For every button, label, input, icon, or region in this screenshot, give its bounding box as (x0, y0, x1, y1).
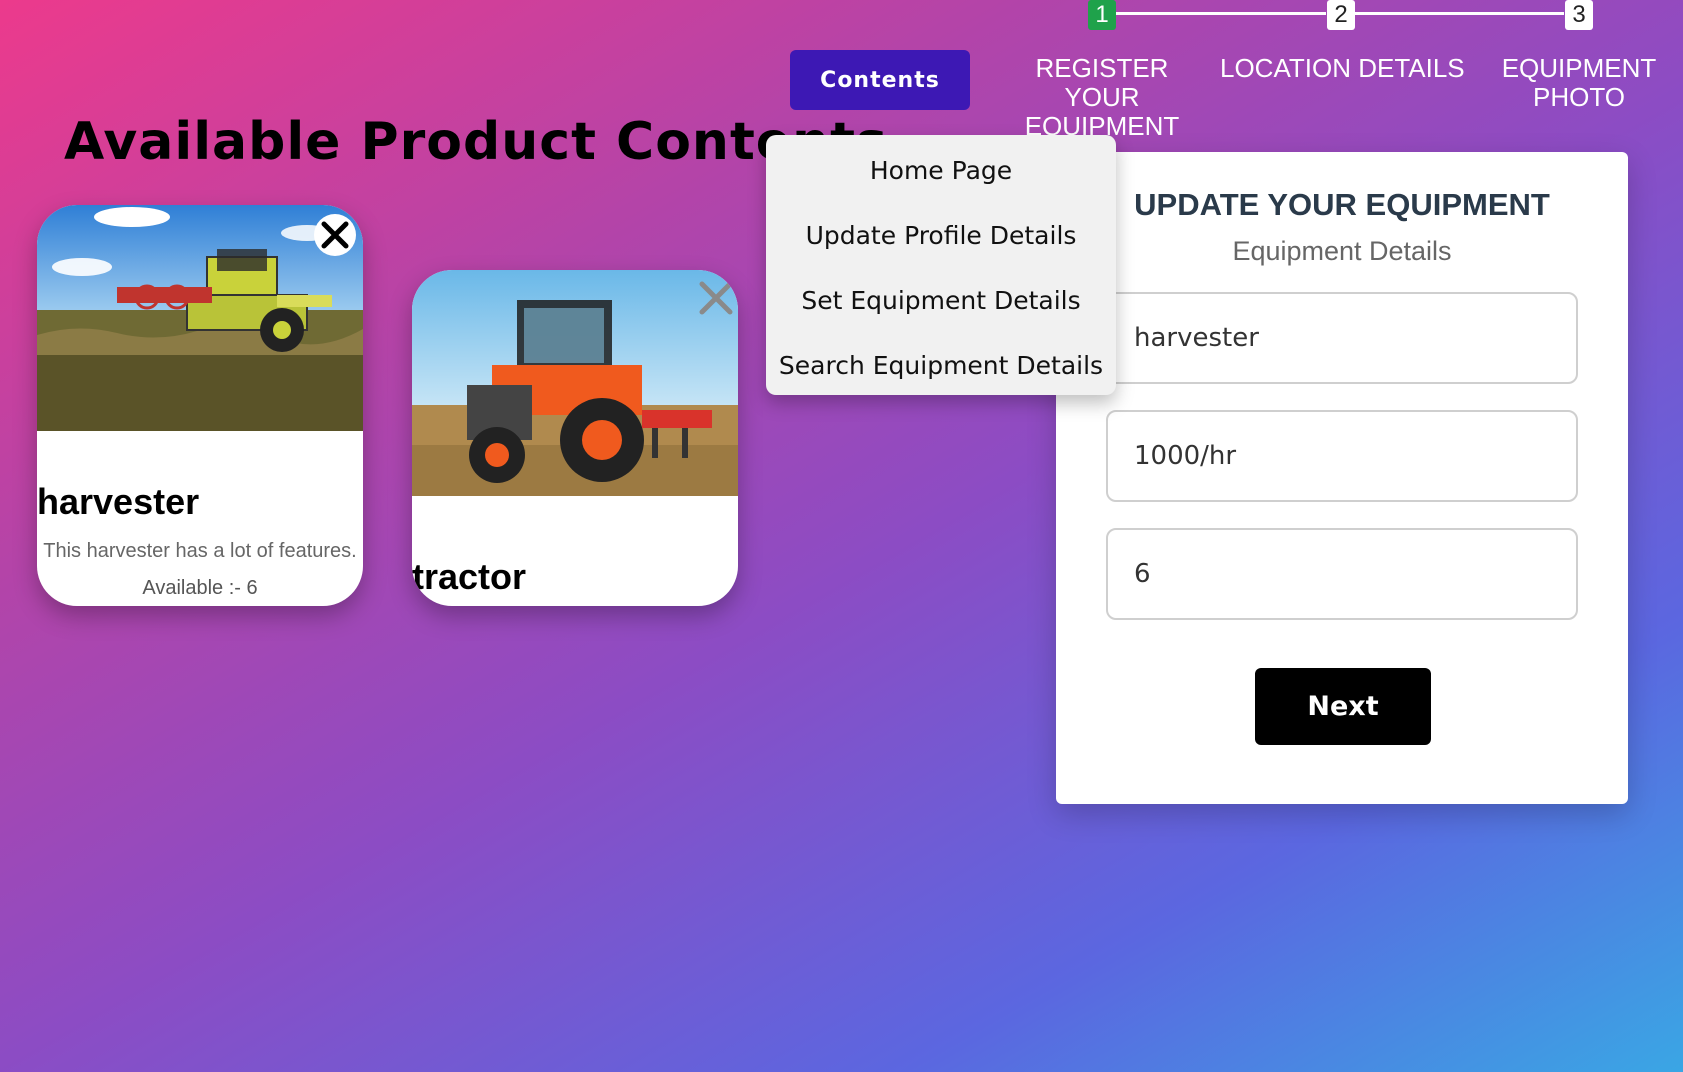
step-3-number[interactable]: 3 (1565, 0, 1593, 30)
menu-item-set-equipment-details[interactable]: Set Equipment Details (766, 283, 1116, 348)
remove-tractor-close-icon[interactable] (696, 278, 736, 318)
step-1-label: REGISTER YOUR EQUIPMENT (1024, 53, 1180, 141)
form-title: UPDATE YOUR EQUIPMENT (1134, 187, 1550, 222)
contents-button[interactable]: Contents (790, 50, 970, 110)
step-2-label: LOCATION DETAILS (1220, 53, 1465, 83)
equipment-name-field[interactable] (1106, 292, 1578, 384)
remove-harvester-close-icon[interactable] (313, 213, 357, 257)
product-availability: Available :- 6 (142, 577, 258, 599)
product-name: tractor (412, 556, 527, 597)
stepper-line (1354, 12, 1564, 15)
product-name: harvester (37, 481, 200, 522)
tractor-image (412, 270, 738, 496)
page-title: Available Product Contents (64, 112, 888, 172)
menu-item-search-equipment-details[interactable]: Search Equipment Details (766, 348, 1116, 413)
menu-item-home-page[interactable]: Home Page (766, 153, 1116, 218)
product-card-tractor[interactable]: tractor (412, 270, 738, 606)
stepper-line (1116, 12, 1326, 15)
step-1-number[interactable]: 1 (1088, 0, 1116, 30)
next-button[interactable]: Next (1255, 668, 1431, 745)
equipment-quantity-field[interactable] (1106, 528, 1578, 620)
menu-item-update-profile-details[interactable]: Update Profile Details (766, 218, 1116, 283)
product-description: This harvester has a lot of features. (43, 540, 357, 562)
contents-dropdown-menu: Home Page Update Profile Details Set Equ… (766, 135, 1116, 395)
product-card-harvester[interactable]: harvester This harvester has a lot of fe… (37, 205, 363, 606)
step-3-label: EQUIPMENT PHOTO (1501, 53, 1657, 112)
step-2-number[interactable]: 2 (1327, 0, 1355, 30)
equipment-rate-field[interactable] (1106, 410, 1578, 502)
update-equipment-form: UPDATE YOUR EQUIPMENT Equipment Details … (1056, 152, 1628, 804)
form-subtitle: Equipment Details (1232, 236, 1452, 266)
